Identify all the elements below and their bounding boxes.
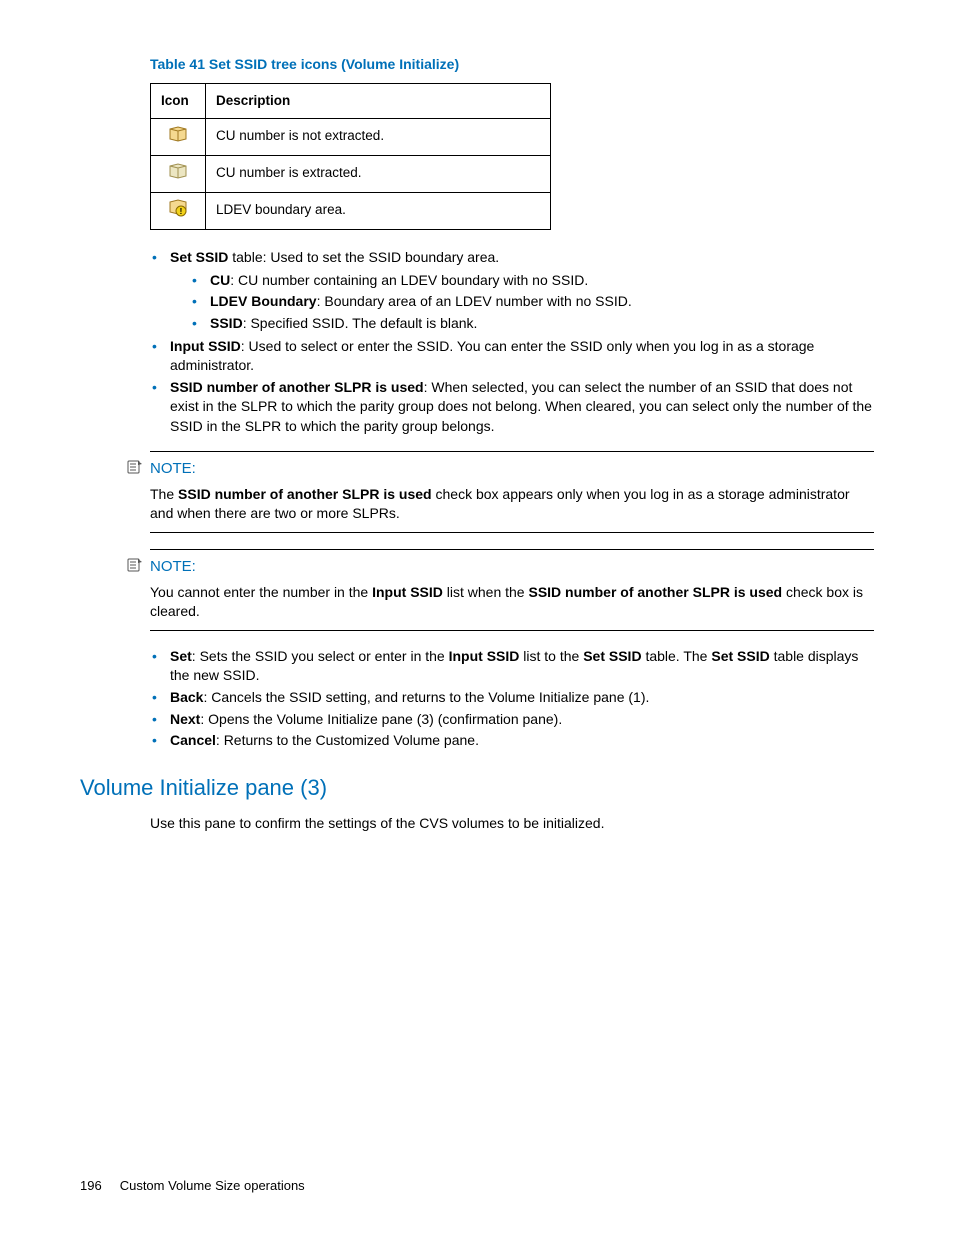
note-text: The: [150, 486, 178, 502]
list-text: : Returns to the Customized Volume pane.: [216, 732, 479, 748]
note-text: list when the: [443, 584, 529, 600]
table-row: ! LDEV boundary area.: [151, 193, 551, 230]
list-text: : Boundary area of an LDEV number with n…: [317, 293, 632, 309]
term: SSID: [210, 315, 243, 331]
bullet-list-2: Set: Sets the SSID you select or enter i…: [150, 647, 874, 751]
note-block: NOTE: The SSID number of another SLPR is…: [150, 451, 874, 533]
td-desc: CU number is extracted.: [206, 156, 551, 193]
table-row: CU number is not extracted.: [151, 119, 551, 156]
page-number: 196: [80, 1178, 102, 1193]
note-rule: [150, 630, 874, 631]
note-rule: [150, 532, 874, 533]
term: SSID number of another SLPR is used: [170, 379, 424, 395]
svg-text:!: !: [180, 207, 183, 216]
term: Set SSID: [170, 249, 228, 265]
list-text: : Opens the Volume Initialize pane (3) (…: [200, 711, 562, 727]
cu-extracted-icon: [168, 162, 188, 180]
page-footer: 196 Custom Volume Size operations: [80, 1177, 305, 1195]
list-item: SSID number of another SLPR is used: Whe…: [150, 378, 874, 437]
term: LDEV Boundary: [210, 293, 317, 309]
list-item: CU: CU number containing an LDEV boundar…: [190, 271, 874, 291]
list-text: list to the: [519, 648, 583, 664]
list-text: table. The: [642, 648, 712, 664]
section-intro: Use this pane to confirm the settings of…: [150, 814, 874, 834]
th-desc: Description: [206, 83, 551, 119]
list-text: : Sets the SSID you select or enter in t…: [192, 648, 449, 664]
table-caption: Table 41 Set SSID tree icons (Volume Ini…: [150, 55, 874, 75]
td-desc: CU number is not extracted.: [206, 119, 551, 156]
term: Next: [170, 711, 200, 727]
term: Cancel: [170, 732, 216, 748]
list-item: SSID: Specified SSID. The default is bla…: [190, 314, 874, 334]
cu-not-extracted-icon: [168, 125, 188, 143]
term: Input SSID: [449, 648, 520, 664]
list-item: Input SSID: Used to select or enter the …: [150, 337, 874, 376]
note-body: The SSID number of another SLPR is used …: [150, 485, 874, 524]
bullet-list-1: Set SSID table: Used to set the SSID bou…: [150, 248, 874, 436]
th-icon: Icon: [151, 83, 206, 119]
term: Set: [170, 648, 192, 664]
note-title: NOTE:: [150, 558, 196, 575]
note-rule: [150, 549, 874, 550]
list-item: Set: Sets the SSID you select or enter i…: [150, 647, 874, 686]
note-icon: [126, 459, 144, 481]
list-item: Cancel: Returns to the Customized Volume…: [150, 731, 874, 751]
list-text: table: Used to set the SSID boundary are…: [228, 249, 499, 265]
section-heading: Volume Initialize pane (3): [80, 773, 874, 804]
term: Set SSID: [583, 648, 641, 664]
list-text: : Used to select or enter the SSID. You …: [170, 338, 814, 374]
term: CU: [210, 272, 230, 288]
note-icon: [126, 557, 144, 579]
ssid-icons-table: Icon Description CU number is not extrac…: [150, 83, 551, 231]
note-rule: [150, 451, 874, 452]
list-item: LDEV Boundary: Boundary area of an LDEV …: [190, 292, 874, 312]
term: SSID number of another SLPR is used: [528, 584, 782, 600]
note-text: You cannot enter the number in the: [150, 584, 372, 600]
ldev-boundary-icon: !: [168, 199, 188, 217]
list-text: : CU number containing an LDEV boundary …: [230, 272, 588, 288]
list-text: : Cancels the SSID setting, and returns …: [203, 689, 649, 705]
term: Back: [170, 689, 203, 705]
term: Input SSID: [170, 338, 241, 354]
td-desc: LDEV boundary area.: [206, 193, 551, 230]
list-item: Set SSID table: Used to set the SSID bou…: [150, 248, 874, 333]
note-block: NOTE: You cannot enter the number in the…: [150, 549, 874, 631]
term: SSID number of another SLPR is used: [178, 486, 432, 502]
footer-title: Custom Volume Size operations: [120, 1178, 305, 1193]
term: Set SSID: [711, 648, 769, 664]
note-body: You cannot enter the number in the Input…: [150, 583, 874, 622]
note-title: NOTE:: [150, 460, 196, 477]
list-text: : Specified SSID. The default is blank.: [243, 315, 478, 331]
table-row: CU number is extracted.: [151, 156, 551, 193]
list-item: Back: Cancels the SSID setting, and retu…: [150, 688, 874, 708]
list-item: Next: Opens the Volume Initialize pane (…: [150, 710, 874, 730]
term: Input SSID: [372, 584, 443, 600]
